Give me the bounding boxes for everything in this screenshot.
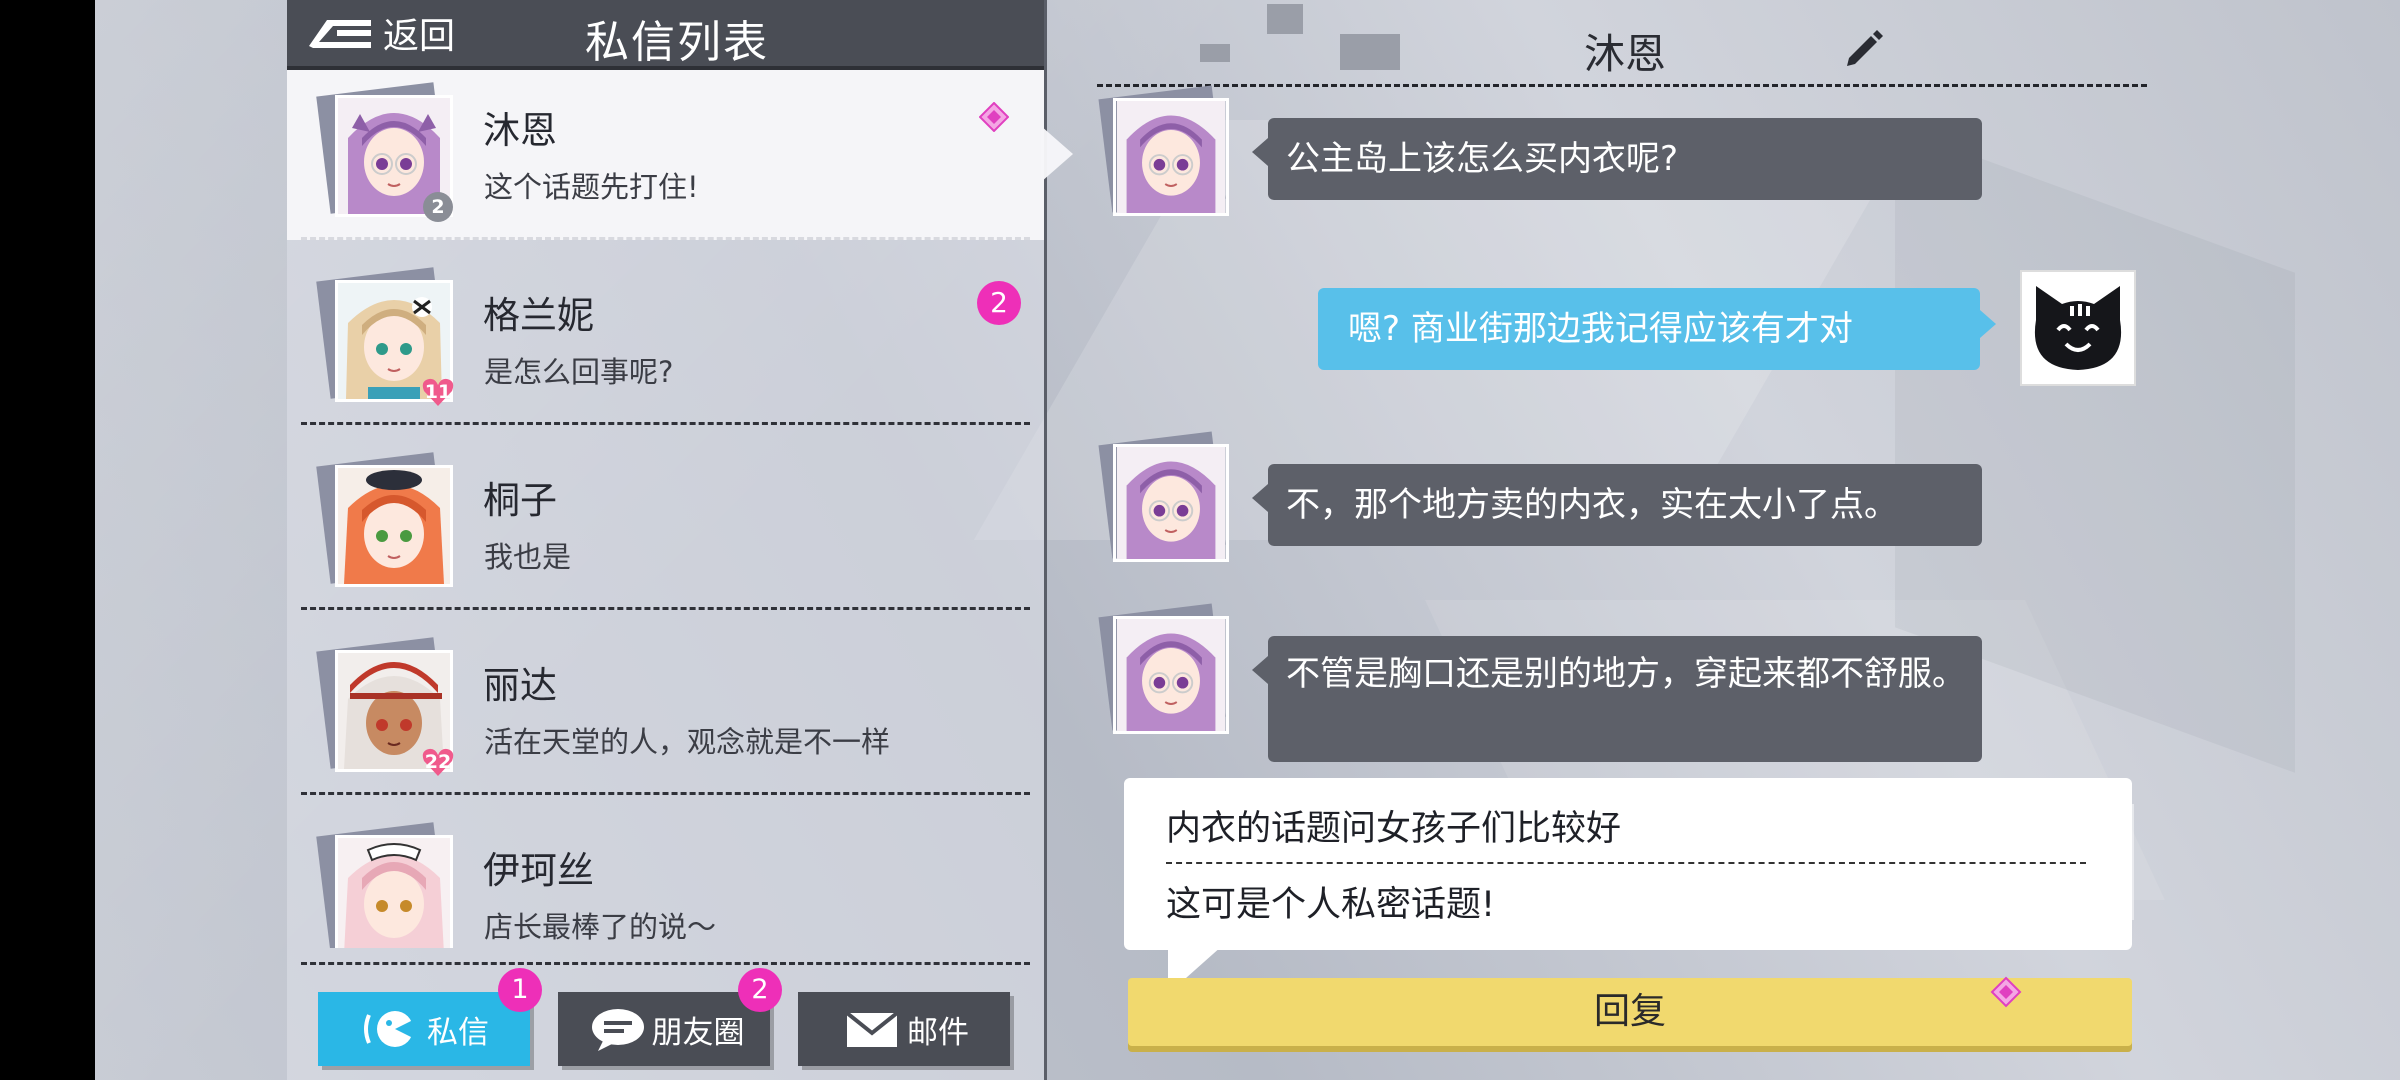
tab-label: 邮件 <box>907 1014 969 1051</box>
reply-option-1[interactable]: 内衣的话题问女孩子们比较好 <box>1166 800 1621 851</box>
contact-preview: 活在天堂的人，观念就是不一样 <box>484 725 891 759</box>
contact-name: 伊珂丝 <box>483 849 594 892</box>
chat-header-divider <box>1097 84 2147 87</box>
avatar: 2 <box>316 82 455 222</box>
contact-preview: 这个话题先打住! <box>484 170 699 204</box>
contact-preview: 我也是 <box>484 540 572 574</box>
reply-options-box: 内衣的话题问女孩子们比较好 这可是个人私密话题! <box>1124 778 2132 950</box>
contact-preview: 是怎么回事呢? <box>484 355 674 389</box>
decor-square <box>1200 44 1230 62</box>
diamond-icon <box>979 102 1009 132</box>
avatar <box>316 822 455 948</box>
decor-square <box>1340 34 1400 70</box>
list-divider <box>301 962 1030 965</box>
contact-item-granny[interactable]: 11 格兰妮 是怎么回事呢? 2 <box>287 255 1044 425</box>
contact-name: 沐恩 <box>483 109 557 152</box>
tab-label: 私信 <box>427 1014 489 1051</box>
page-title: 私信列表 <box>585 17 769 68</box>
diamond-icon <box>1990 976 2022 1008</box>
contact-item-tongzi[interactable]: 桐子 我也是 <box>287 440 1044 610</box>
back-label: 返回 <box>383 16 456 57</box>
game-screen: 返回 私信列表 2 沐恩 这个话题先打住! 11 格兰妮 是怎么回事呢? 2 桐… <box>0 0 2400 1080</box>
contact-name: 格兰妮 <box>483 294 594 337</box>
tab-private-message[interactable]: 私信 1 <box>318 968 542 1066</box>
reply-option-2[interactable]: 这可是个人私密话题! <box>1166 876 1495 927</box>
contact-item-ikesi[interactable]: 伊珂丝 店长最棒了的说〜 <box>287 810 1044 948</box>
contact-item-muen[interactable]: 2 沐恩 这个话题先打住! <box>287 70 1044 240</box>
message-bubble-npc: 不管是胸口还是别的地方，穿起来都不舒服。 <box>1252 636 1982 762</box>
avatar <box>316 452 455 587</box>
avatar <box>1098 85 1231 216</box>
reply-button[interactable]: 回复 <box>1128 978 2132 1046</box>
active-contact-pointer <box>1041 126 1073 182</box>
chat-contact-name: 沐恩 <box>1584 30 1666 78</box>
contact-name: 桐子 <box>483 479 557 522</box>
avatar: 11 <box>316 267 455 406</box>
tab-mail[interactable]: 邮件 <box>798 992 1010 1066</box>
avatar <box>1098 603 1231 734</box>
affinity-heart-badge: 22 <box>421 746 455 778</box>
back-button[interactable]: 返回 <box>309 8 455 58</box>
message-list-panel: 返回 私信列表 2 沐恩 这个话题先打住! 11 格兰妮 是怎么回事呢? 2 桐… <box>287 0 1047 1080</box>
contact-preview: 店长最棒了的说〜 <box>484 910 717 944</box>
message-bubble-npc: 不，那个地方卖的内衣，实在太小了点。 <box>1252 464 1982 546</box>
list-header: 返回 私信列表 <box>287 0 1044 70</box>
cat-icon <box>2022 272 2134 384</box>
player-avatar <box>2020 270 2136 386</box>
avatar: 22 <box>316 637 455 776</box>
affinity-heart-badge: 11 <box>421 376 455 408</box>
avatar <box>1098 431 1231 562</box>
chat-bubble-icon <box>364 1011 415 1047</box>
decor-square <box>1267 4 1303 34</box>
contact-name: 丽达 <box>483 664 557 707</box>
speech-bubble-icon <box>591 1009 644 1051</box>
contact-item-lida[interactable]: 22 丽达 活在天堂的人，观念就是不一样 <box>287 625 1044 795</box>
message-bubble-npc: 公主岛上该怎么买内衣呢? <box>1252 118 1982 200</box>
unread-badge: 2 <box>977 281 1021 325</box>
affinity-level-badge: 2 <box>421 191 455 223</box>
message-bubble-player: 嗯? 商业街那边我记得应该有才对 <box>1318 288 1996 370</box>
tab-badge: 1 <box>498 968 542 1012</box>
envelope-icon <box>845 1011 899 1047</box>
tab-badge: 2 <box>738 968 782 1012</box>
back-arrow-icon <box>309 20 371 48</box>
contact-list[interactable]: 2 沐恩 这个话题先打住! 11 格兰妮 是怎么回事呢? 2 桐子 我也是 22… <box>287 70 1044 948</box>
tab-moments[interactable]: 朋友圈 2 <box>558 968 782 1066</box>
tab-label: 朋友圈 <box>651 1014 745 1051</box>
pencil-icon[interactable] <box>1843 28 1883 68</box>
reply-divider <box>1166 862 2086 864</box>
